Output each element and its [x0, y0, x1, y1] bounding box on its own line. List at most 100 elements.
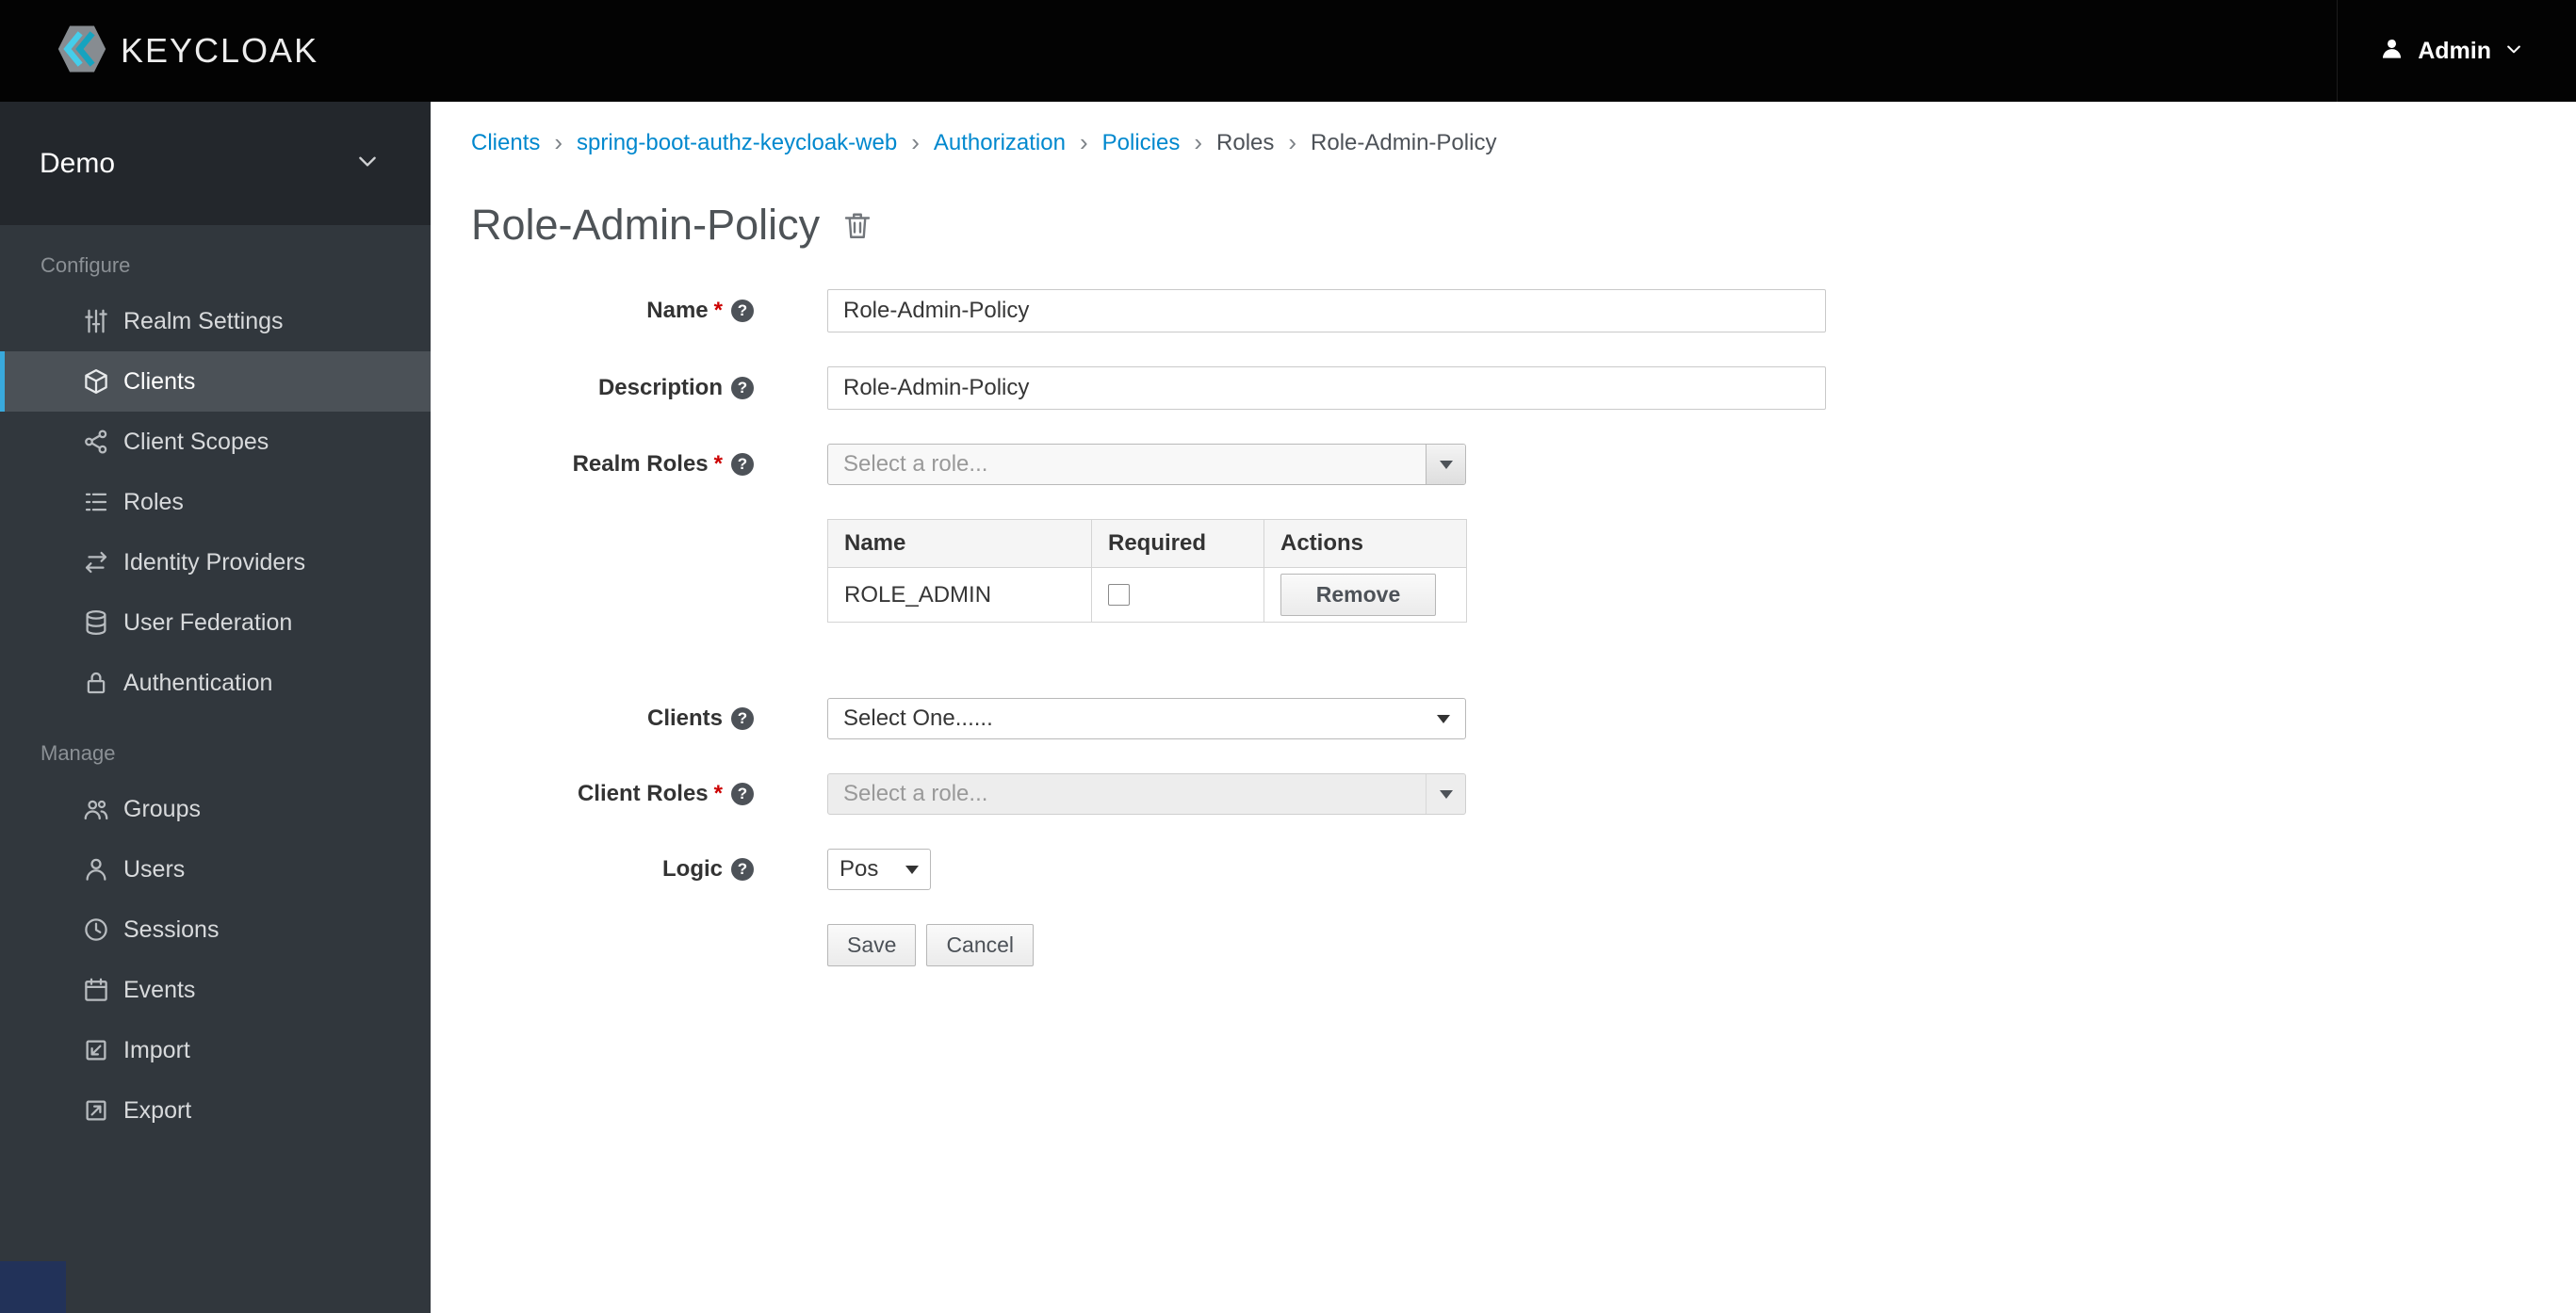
breadcrumb-policies[interactable]: Policies	[1102, 130, 1181, 156]
help-icon[interactable]: ?	[731, 453, 754, 476]
breadcrumb-separator: ›	[1079, 128, 1088, 156]
required-asterisk: *	[713, 451, 723, 477]
table-header-required: Required	[1091, 519, 1264, 568]
export-icon	[82, 1096, 110, 1125]
chevron-down-icon	[2504, 40, 2523, 63]
breadcrumb-client[interactable]: spring-boot-authz-keycloak-web	[577, 130, 897, 156]
logic-row: Logic ? Pos	[471, 849, 2576, 890]
caret-down-icon	[905, 865, 919, 874]
cube-icon	[82, 367, 110, 396]
required-checkbox[interactable]	[1108, 584, 1130, 606]
breadcrumb-separator: ›	[554, 128, 563, 156]
clients-select[interactable]: Select One......	[827, 698, 1466, 739]
realm-roles-row: Realm Roles * ? Select a role...	[471, 444, 2576, 485]
sidebar-item-groups[interactable]: Groups	[0, 779, 431, 839]
logic-select[interactable]: Pos	[827, 849, 931, 890]
realm-name: Demo	[40, 147, 116, 179]
sidebar-item-user-federation[interactable]: User Federation	[0, 592, 431, 653]
client-roles-field: Select a role...	[827, 773, 1466, 815]
description-label: Description ?	[471, 375, 754, 401]
dropdown-toggle-button[interactable]	[1426, 774, 1465, 814]
sidebar-item-identity-providers[interactable]: Identity Providers	[0, 532, 431, 592]
realm-roles-select[interactable]: Select a role...	[827, 444, 1466, 485]
breadcrumb-clients[interactable]: Clients	[471, 130, 540, 156]
breadcrumb-policy-name: Role-Admin-Policy	[1311, 129, 1497, 155]
user-icon	[2379, 36, 2405, 66]
help-icon[interactable]: ?	[731, 300, 754, 322]
client-roles-select[interactable]: Select a role...	[827, 773, 1466, 815]
table-header-actions: Actions	[1264, 519, 1467, 568]
sidebar-item-users[interactable]: Users	[0, 839, 431, 900]
realm-roles-label: Realm Roles * ?	[471, 451, 754, 478]
description-input[interactable]	[827, 366, 1826, 410]
breadcrumb-roles: Roles	[1216, 129, 1275, 155]
caret-down-icon	[1439, 460, 1453, 469]
logic-field: Pos	[827, 849, 931, 890]
name-field	[827, 289, 1826, 332]
name-input[interactable]	[827, 289, 1826, 332]
breadcrumb-separator: ›	[911, 128, 920, 156]
description-row: Description ?	[471, 366, 2576, 410]
name-label: Name * ?	[471, 298, 754, 324]
remove-role-button[interactable]: Remove	[1280, 574, 1436, 616]
sidebar-item-import[interactable]: Import	[0, 1020, 431, 1080]
description-field	[827, 366, 1826, 410]
realm-selector[interactable]: Demo	[0, 102, 431, 225]
breadcrumb-separator: ›	[1288, 128, 1297, 156]
selected-roles-table: Name Required Actions ROLE_ADMIN Remove	[827, 519, 2576, 623]
clients-field: Select One......	[827, 698, 1466, 739]
delete-policy-button[interactable]	[840, 206, 874, 244]
help-icon[interactable]: ?	[731, 707, 754, 730]
clock-icon	[82, 916, 110, 944]
sidebar-item-export[interactable]: Export	[0, 1080, 431, 1141]
section-label-manage: Manage	[41, 741, 116, 765]
sidebar-item-client-scopes[interactable]: Client Scopes	[0, 412, 431, 472]
exchange-icon	[82, 548, 110, 576]
save-button[interactable]: Save	[827, 924, 917, 966]
clients-row: Clients ? Select One......	[471, 698, 2576, 739]
breadcrumb-authorization[interactable]: Authorization	[934, 130, 1066, 156]
policy-form: Name * ? Description ?	[471, 289, 2576, 966]
main-content: Clients › spring-boot-authz-keycloak-web…	[431, 102, 2576, 1313]
realm-roles-field: Select a role...	[827, 444, 1466, 485]
sidebar-item-roles[interactable]: Roles	[0, 472, 431, 532]
keycloak-admin-console: KEYCLOAK Admin Demo Configure Realm Sett…	[0, 0, 2576, 1313]
role-name-cell: ROLE_ADMIN	[827, 567, 1092, 623]
database-icon	[82, 608, 110, 637]
sidebar-item-clients[interactable]: Clients	[0, 351, 431, 412]
table-row: ROLE_ADMIN Remove	[827, 567, 1467, 623]
dropdown-toggle-button[interactable]	[1426, 445, 1465, 484]
keycloak-wordmark: KEYCLOAK	[121, 31, 319, 70]
role-required-cell	[1091, 567, 1264, 623]
name-row: Name * ?	[471, 289, 2576, 332]
client-roles-row: Client Roles * ? Select a role...	[471, 773, 2576, 815]
section-label-configure: Configure	[41, 253, 131, 277]
sidebar-item-events[interactable]: Events	[0, 960, 431, 1020]
title-row: Role-Admin-Policy	[471, 201, 2576, 250]
share-nodes-icon	[82, 428, 110, 456]
help-icon[interactable]: ?	[731, 377, 754, 399]
help-icon[interactable]: ?	[731, 858, 754, 881]
top-navbar: KEYCLOAK Admin	[0, 0, 2576, 102]
user-menu[interactable]: Admin	[2337, 0, 2523, 102]
breadcrumb-separator: ›	[1194, 128, 1203, 156]
import-icon	[82, 1036, 110, 1064]
sidebar-bottom-accent	[0, 1261, 66, 1313]
table-header-name: Name	[827, 519, 1092, 568]
client-roles-label: Client Roles * ?	[471, 781, 754, 807]
caret-down-icon	[1439, 789, 1453, 799]
keycloak-logo[interactable]: KEYCLOAK	[53, 20, 318, 83]
sidebar: Demo Configure Realm Settings Clients Cl…	[0, 102, 431, 1313]
sidebar-item-authentication[interactable]: Authentication	[0, 653, 431, 713]
keycloak-logo-icon	[53, 20, 111, 83]
breadcrumb: Clients › spring-boot-authz-keycloak-web…	[471, 128, 2576, 157]
sliders-icon	[82, 307, 110, 335]
sidebar-item-sessions[interactable]: Sessions	[0, 900, 431, 960]
users-group-icon	[82, 795, 110, 823]
help-icon[interactable]: ?	[731, 783, 754, 805]
cancel-button[interactable]: Cancel	[926, 924, 1035, 966]
sidebar-item-realm-settings[interactable]: Realm Settings	[0, 291, 431, 351]
user-icon	[82, 855, 110, 883]
lock-icon	[82, 669, 110, 697]
calendar-icon	[82, 976, 110, 1004]
